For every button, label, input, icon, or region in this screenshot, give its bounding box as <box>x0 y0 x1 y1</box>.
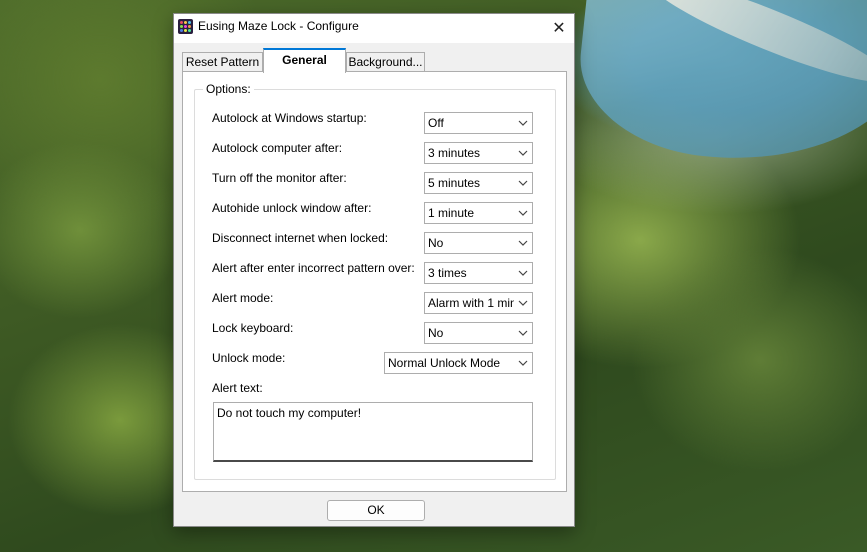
disconnect-internet-value: No <box>428 236 444 250</box>
maze-lock-app-icon <box>178 19 193 34</box>
chevron-down-icon <box>518 150 528 156</box>
alert-mode-label: Alert mode: <box>212 291 274 305</box>
autohide-unlock-value: 1 minute <box>428 206 475 220</box>
unlock-mode-value: Normal Unlock Mode <box>388 356 501 370</box>
disconnect-internet-dropdown[interactable]: No <box>424 232 533 254</box>
chevron-down-icon <box>518 330 528 336</box>
chevron-down-icon <box>518 180 528 186</box>
close-button[interactable]: ✕ <box>544 14 574 41</box>
unlock-mode-label: Unlock mode: <box>212 351 286 365</box>
autolock-startup-dropdown[interactable]: Off <box>424 112 533 134</box>
tab-reset-pattern[interactable]: Reset Pattern <box>182 52 263 72</box>
autolock-startup-label: Autolock at Windows startup: <box>212 111 367 125</box>
alert-text-input[interactable]: Do not touch my computer! <box>213 402 533 462</box>
title-bar: Eusing Maze Lock - Configure ✕ <box>174 14 574 43</box>
autohide-unlock-label: Autohide unlock window after: <box>212 201 372 215</box>
chevron-down-icon <box>518 240 528 246</box>
alert-mode-dropdown[interactable]: Alarm with 1 minute <box>424 292 533 314</box>
window-title: Eusing Maze Lock - Configure <box>198 19 359 33</box>
lock-keyboard-value: No <box>428 326 444 340</box>
chevron-down-icon <box>518 120 528 126</box>
lock-keyboard-dropdown[interactable]: No <box>424 322 533 344</box>
disconnect-internet-label: Disconnect internet when locked: <box>212 231 389 245</box>
monitor-off-label: Turn off the monitor after: <box>212 171 347 185</box>
options-groupbox: Options: Autolock at Windows startup: Of… <box>194 82 556 480</box>
ok-button[interactable]: OK <box>327 500 425 521</box>
chevron-down-icon <box>518 270 528 276</box>
alert-text-label: Alert text: <box>212 381 263 395</box>
incorrect-pattern-alert-value: 3 times <box>428 266 467 280</box>
close-icon: ✕ <box>552 19 566 37</box>
incorrect-pattern-alert-label: Alert after enter incorrect pattern over… <box>212 261 415 275</box>
incorrect-pattern-alert-dropdown[interactable]: 3 times <box>424 262 533 284</box>
autolock-startup-value: Off <box>428 116 444 130</box>
unlock-mode-dropdown[interactable]: Normal Unlock Mode <box>384 352 533 374</box>
tab-background[interactable]: Background... <box>346 52 425 72</box>
chevron-down-icon <box>518 300 528 306</box>
chevron-down-icon <box>518 210 528 216</box>
general-tab-panel: Options: Autolock at Windows startup: Of… <box>182 71 567 492</box>
chevron-down-icon <box>518 360 528 366</box>
monitor-off-dropdown[interactable]: 5 minutes <box>424 172 533 194</box>
autolock-after-label: Autolock computer after: <box>212 141 343 155</box>
options-group-label: Options: <box>203 82 254 96</box>
configure-dialog: Eusing Maze Lock - Configure ✕ Reset Pat… <box>173 13 575 527</box>
alert-mode-value: Alarm with 1 minute <box>428 296 514 310</box>
lock-keyboard-label: Lock keyboard: <box>212 321 294 335</box>
autolock-after-value: 3 minutes <box>428 146 481 160</box>
autohide-unlock-dropdown[interactable]: 1 minute <box>424 202 533 224</box>
tab-general[interactable]: General <box>263 48 346 73</box>
monitor-off-value: 5 minutes <box>428 176 481 190</box>
autolock-after-dropdown[interactable]: 3 minutes <box>424 142 533 164</box>
